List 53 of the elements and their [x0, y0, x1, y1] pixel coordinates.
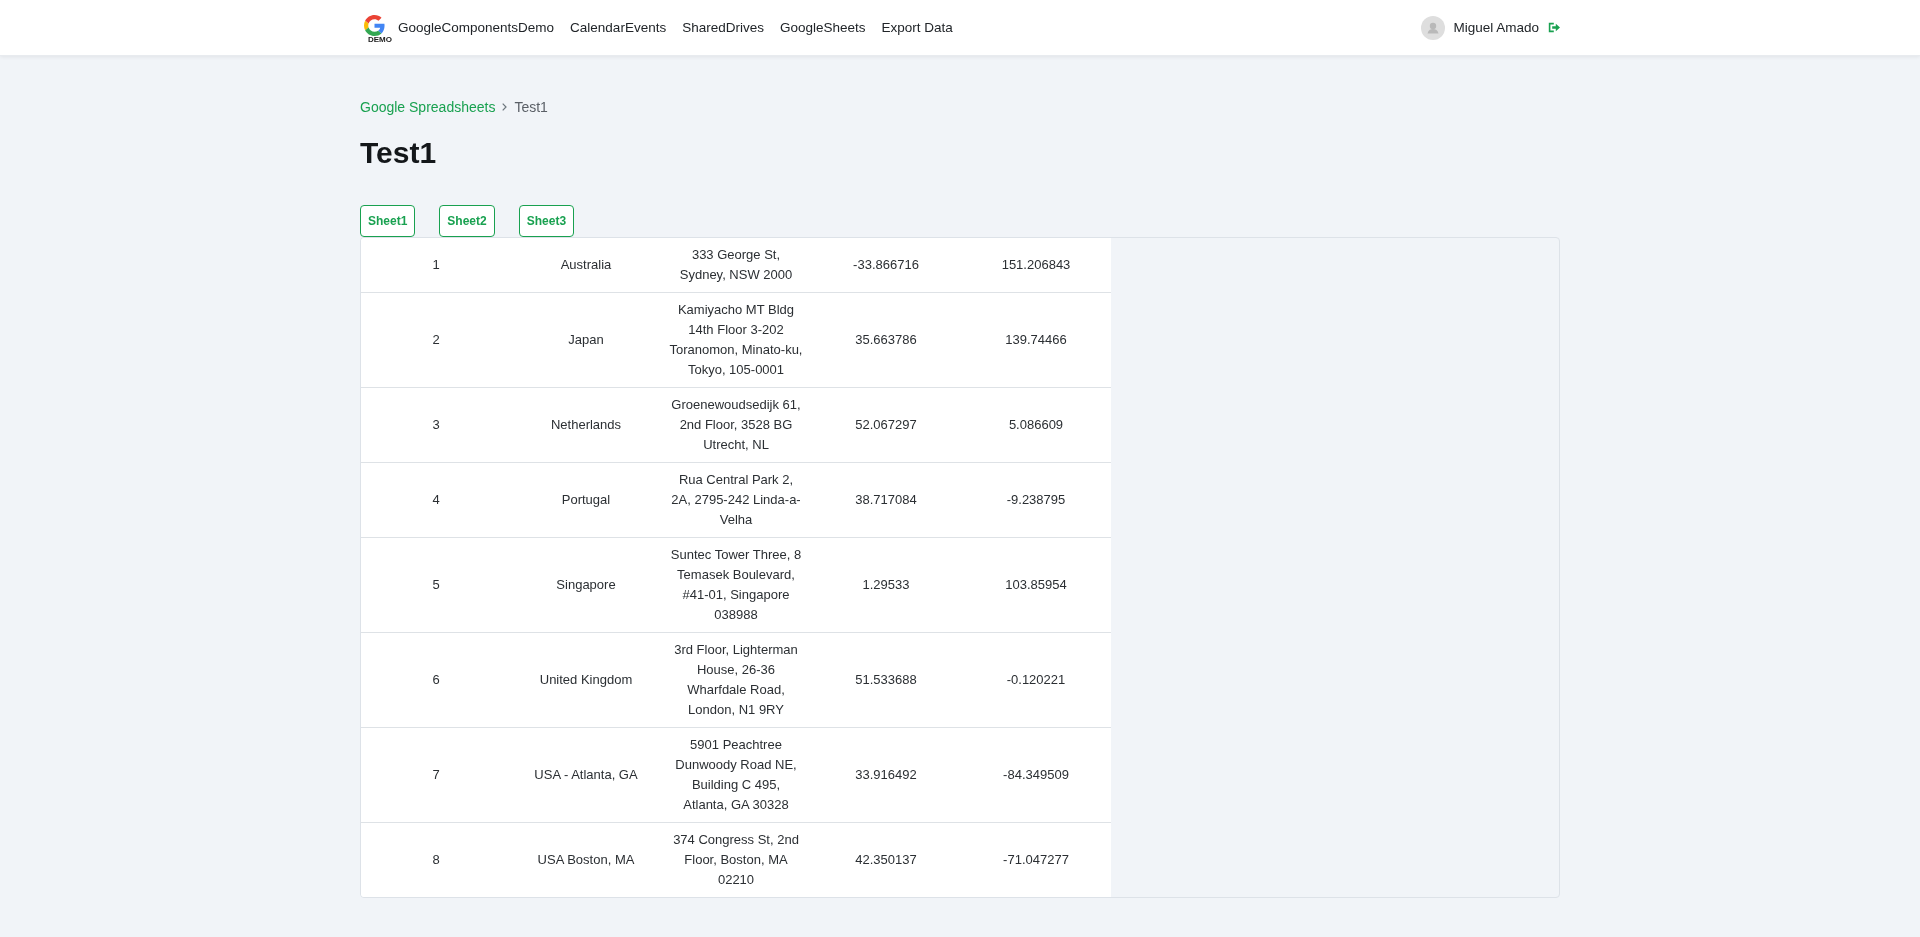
table-cell: 1.29533: [811, 537, 961, 633]
logo-icon[interactable]: [364, 15, 385, 36]
breadcrumb-current: Test1: [514, 99, 548, 115]
brand-link[interactable]: GoogleComponentsDemo: [398, 20, 555, 35]
table-cell: -84.349509: [961, 727, 1111, 823]
table-cell: -33.866716: [811, 238, 961, 293]
table-cell: 151.206843: [961, 238, 1111, 293]
table-cell: Suntec Tower Three, 8 Temasek Boulevard, #41-01, Singapore 038988: [661, 537, 811, 633]
user-name: Miguel Amado: [1453, 20, 1539, 35]
table-cell: Rua Central Park 2, 2A, 2795-242 Linda-a-Velha: [661, 462, 811, 538]
table-cell: -0.120221: [961, 632, 1111, 728]
table-cell: 51.533688: [811, 632, 961, 728]
table-cell: Singapore: [511, 537, 661, 633]
table-cell: USA Boston, MA: [511, 822, 661, 897]
sign-out-icon[interactable]: [1548, 22, 1560, 33]
table-cell: Groenewoudsedijk 61, 2nd Floor, 3528 BG Utrecht, NL: [661, 387, 811, 463]
table-cell: 3: [361, 387, 511, 463]
table-cell: 5.086609: [961, 387, 1111, 463]
table-cell: 333 George St, Sydney, NSW 2000: [661, 238, 811, 293]
nav-link[interactable]: Export Data: [881, 20, 953, 35]
chevron-icon: [502, 103, 508, 111]
table-cell: USA - Atlanta, GA: [511, 727, 661, 823]
table-cell: Japan: [511, 292, 661, 388]
table-cell: Kamiyacho MT Bldg 14th Floor 3-202 Toranomon, Minato-ku, Tokyo, 105-0001: [661, 292, 811, 388]
avatar-icon: [1421, 15, 1446, 40]
table-cell: 103.85954: [961, 537, 1111, 633]
table-cell: 4: [361, 462, 511, 538]
table-cell: 5901 Peachtree Dunwoody Road NE, Building C 495, Atlanta, GA 30328: [661, 727, 811, 823]
table-cell: 38.717084: [811, 462, 961, 538]
table-cell: 33.916492: [811, 727, 961, 823]
table-cell: 8: [361, 822, 511, 897]
logo-badge-text: DEMO: [368, 36, 392, 44]
table-cell: Netherlands: [511, 387, 661, 463]
table-cell: 3rd Floor, Lighterman House, 26-36 Wharfdale Road, London, N1 9RY: [661, 632, 811, 728]
page-title: Test1: [360, 135, 438, 171]
table-cell: 35.663786: [811, 292, 961, 388]
table-cell: Portugal: [511, 462, 661, 538]
table-cell: -71.047277: [961, 822, 1111, 897]
table-cell: 52.067297: [811, 387, 961, 463]
table-cell: Australia: [511, 238, 661, 293]
table-cell: 374 Congress St, 2nd Floor, Boston, MA 02210: [661, 822, 811, 897]
table-cell: United Kingdom: [511, 632, 661, 728]
table-cell: 6: [361, 632, 511, 728]
table-cell: 2: [361, 292, 511, 388]
nav-link[interactable]: GoogleSheets: [779, 20, 866, 35]
table-cell: 42.350137: [811, 822, 961, 897]
table-cell: 139.74466: [961, 292, 1111, 388]
table-cell: -9.238795: [961, 462, 1111, 538]
nav-link[interactable]: CalendarEvents: [570, 20, 667, 35]
table-cell: 1: [361, 238, 511, 293]
table-cell: 5: [361, 537, 511, 633]
table-cell: 7: [361, 727, 511, 823]
nav-link[interactable]: SharedDrives: [682, 20, 764, 35]
